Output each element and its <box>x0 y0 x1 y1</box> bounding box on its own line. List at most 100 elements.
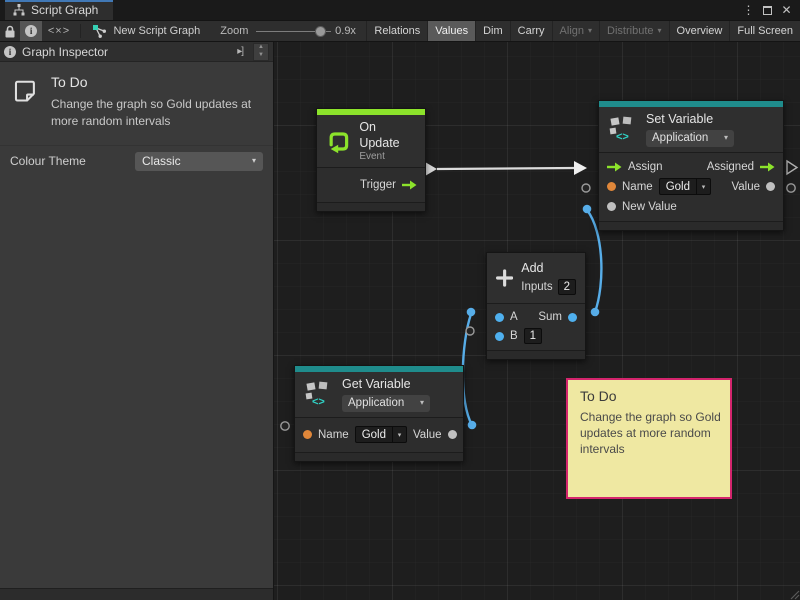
zoom-label: Zoom <box>220 25 248 37</box>
flow-port-trigger[interactable] <box>402 180 417 190</box>
stub-setvar-value[interactable] <box>787 184 795 192</box>
tab-script-graph[interactable]: Script Graph <box>5 0 113 20</box>
stub-setvar-assigned[interactable] <box>787 161 797 174</box>
node-add[interactable]: Add Inputs 2 A Sum <box>486 252 586 360</box>
titlebar: Script Graph ⋮ ✕ <box>0 0 800 20</box>
stub-add-b[interactable] <box>466 327 474 335</box>
data-port-name[interactable] <box>303 430 312 439</box>
inspector-bottom-strip <box>0 588 273 600</box>
graph-inspector-header: i Graph Inspector ▸] ▲ ▼ <box>0 42 273 62</box>
stub-getvar-name[interactable] <box>281 422 289 430</box>
node-ports: A Sum B 1 <box>487 303 585 350</box>
dock-icon[interactable]: ▸] <box>233 46 247 57</box>
script-graph-icon <box>13 4 25 16</box>
flow-wire-trigger-to-assign[interactable] <box>437 168 575 169</box>
node-subtitle: Event <box>359 151 416 162</box>
inspector-toggle-button[interactable]: i <box>20 21 42 41</box>
tab-label: Script Graph <box>31 3 98 17</box>
graph-inspector-panel: i Graph Inspector ▸] ▲ ▼ To Do Change th… <box>0 42 274 600</box>
chevron-down-icon: ▾ <box>696 179 710 194</box>
colour-theme-dropdown[interactable]: Classic ▾ <box>135 152 263 171</box>
b-value-field[interactable]: 1 <box>524 328 542 344</box>
chevron-down-icon: ▾ <box>588 27 592 35</box>
resize-grip[interactable] <box>791 591 799 599</box>
distribute-button[interactable]: Distribute ▾ <box>599 21 668 41</box>
new-script-graph-button[interactable]: New Script Graph <box>84 21 208 41</box>
port-label-assign: Assign <box>628 161 663 173</box>
flow-wire-start-arrow <box>425 162 437 176</box>
inspector-spinner[interactable]: ▲ ▼ <box>253 43 269 61</box>
inputs-count-field[interactable]: 2 <box>558 279 576 295</box>
port-label-name: Name <box>318 429 349 441</box>
code-view-button[interactable]: <×> <box>42 21 75 41</box>
node-title: On Update <box>359 120 416 151</box>
sticky-note-title: To Do <box>580 388 718 404</box>
flow-port-assign[interactable] <box>607 162 622 172</box>
port-label-b: B <box>510 330 518 342</box>
data-port-value[interactable] <box>448 430 457 439</box>
chevron-down-icon: ▾ <box>658 27 662 35</box>
data-port-value[interactable] <box>766 182 775 191</box>
colour-theme-value: Classic <box>142 154 181 168</box>
data-port-sum[interactable] <box>568 313 577 322</box>
node-footer <box>295 452 463 461</box>
port-label-name: Name <box>622 181 653 193</box>
wire-endpoint <box>467 308 476 317</box>
inspector-todo-section: To Do Change the graph so Gold updates a… <box>0 62 273 146</box>
zoom-slider-handle[interactable] <box>315 26 326 37</box>
flow-wire-end-arrow <box>574 161 587 175</box>
window-menu-icon[interactable]: ⋮ <box>739 0 758 20</box>
node-on-update[interactable]: On Update Event Trigger <box>316 108 426 212</box>
node-header: <> Get Variable Application ▾ <box>295 372 463 417</box>
on-update-icon <box>326 128 351 155</box>
carry-button[interactable]: Carry <box>510 21 552 41</box>
data-port-new-value[interactable] <box>607 202 616 211</box>
new-script-graph-label: New Script Graph <box>113 25 200 37</box>
node-ports: Assign Assigned Name G <box>599 152 783 221</box>
dim-button[interactable]: Dim <box>475 21 510 41</box>
graph-canvas[interactable]: On Update Event Trigger <box>274 42 800 600</box>
data-port-b[interactable] <box>495 332 504 341</box>
variable-name-dropdown[interactable]: Gold ▾ <box>659 178 711 195</box>
align-button[interactable]: Align ▾ <box>552 21 599 41</box>
port-label-value: Value <box>731 181 760 193</box>
variable-icon: <> <box>304 381 334 408</box>
sticky-note-icon <box>10 74 39 110</box>
colour-theme-row: Colour Theme Classic ▾ <box>0 146 273 177</box>
inspector-empty-area <box>0 177 273 588</box>
chevron-down-icon: ▾ <box>252 157 256 165</box>
fullscreen-button[interactable]: Full Screen <box>729 21 800 41</box>
variable-scope-dropdown[interactable]: Application ▾ <box>646 130 734 147</box>
sticky-note[interactable]: To Do Change the graph so Gold updates a… <box>566 378 732 499</box>
info-icon: i <box>4 46 16 58</box>
node-ports: Name Gold ▾ Value <box>295 417 463 452</box>
svg-text:<>: <> <box>616 131 629 143</box>
overview-button[interactable]: Overview <box>669 21 730 41</box>
relations-button[interactable]: Relations <box>366 21 427 41</box>
node-title: Set Variable <box>646 112 734 128</box>
node-header: On Update Event <box>317 115 425 167</box>
values-button[interactable]: Values <box>427 21 475 41</box>
spinner-down-icon[interactable]: ▼ <box>258 52 264 59</box>
zoom-slider[interactable] <box>256 21 331 41</box>
flow-port-assigned[interactable] <box>760 162 775 172</box>
add-icon <box>496 266 513 290</box>
port-label-assigned: Assigned <box>707 161 754 173</box>
node-get-variable[interactable]: <> Get Variable Application ▾ Name <box>294 365 464 462</box>
variable-scope-dropdown[interactable]: Application ▾ <box>342 395 430 412</box>
close-icon[interactable]: ✕ <box>777 0 796 20</box>
graph-toolbar: i <×> New Script Graph Zoom 0.9x Relatio… <box>0 20 800 42</box>
new-script-graph-icon <box>92 24 107 39</box>
data-port-name[interactable] <box>607 182 616 191</box>
svg-text:<>: <> <box>312 396 325 408</box>
lock-button[interactable] <box>0 21 20 41</box>
data-port-a[interactable] <box>495 313 504 322</box>
variable-name-dropdown[interactable]: Gold ▾ <box>355 426 407 443</box>
node-footer <box>487 350 585 359</box>
spinner-up-icon[interactable]: ▲ <box>258 44 264 51</box>
window-controls: ⋮ ✕ <box>739 0 800 20</box>
stub-setvar-name[interactable] <box>582 184 590 192</box>
maximize-icon[interactable] <box>758 0 777 20</box>
node-set-variable[interactable]: <> Set Variable Application ▾ <box>598 100 784 231</box>
node-footer <box>317 202 425 211</box>
